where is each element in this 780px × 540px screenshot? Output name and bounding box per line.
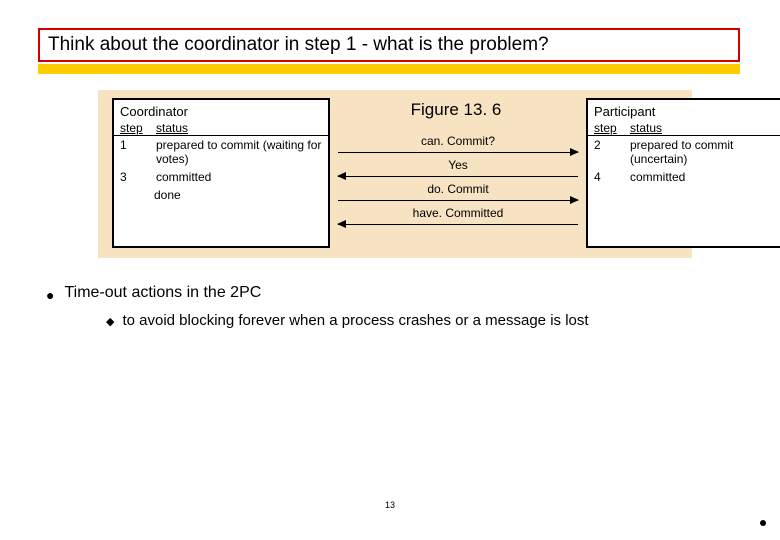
table-row: 2 prepared to commit (uncertain) — [588, 136, 780, 168]
table-row: 1 prepared to commit (waiting for votes) — [114, 136, 328, 168]
list-item: ◆ to avoid blocking forever when a proce… — [106, 312, 740, 332]
bullet-diamond-icon: ◆ — [106, 312, 114, 332]
participant-header: step status — [588, 121, 780, 136]
arrow-left-icon — [338, 176, 578, 177]
cell-step: 3 — [120, 170, 150, 184]
col-step: step — [120, 121, 150, 135]
participant-box: Participant step status 2 prepared to co… — [586, 98, 780, 248]
cell-step: 1 — [120, 138, 150, 152]
coordinator-title: Coordinator — [114, 100, 328, 121]
msg-cancommit: can. Commit? — [344, 134, 572, 148]
arrow-right-icon — [338, 200, 578, 201]
coordinator-box: Coordinator step status 1 prepared to co… — [112, 98, 330, 248]
figure-label: Figure 13. 6 — [342, 100, 570, 120]
cell-status: prepared to commit (uncertain) — [630, 138, 778, 166]
table-row: 4 committed — [588, 168, 780, 186]
bullet-dot-icon: ● — [46, 284, 54, 306]
corner-dot-icon — [760, 520, 766, 526]
cell-step: 4 — [594, 170, 624, 184]
coordinator-header: step status — [114, 121, 328, 136]
col-step: step — [594, 121, 624, 135]
bullet-text: to avoid blocking forever when a process… — [122, 312, 588, 332]
msg-yes: Yes — [344, 158, 572, 172]
msg-havecommitted: have. Committed — [344, 206, 572, 220]
msg-docommit: do. Commit — [344, 182, 572, 196]
arrow-right-icon — [338, 152, 578, 153]
cell-status: prepared to commit (waiting for votes) — [156, 138, 322, 166]
cell-status: committed — [630, 170, 778, 184]
bullet-text: Time-out actions in the 2PC — [64, 284, 261, 306]
arrow-left-icon — [338, 224, 578, 225]
slide-title: Think about the coordinator in step 1 - … — [48, 34, 549, 56]
col-status: status — [156, 121, 188, 135]
slide-title-bar: Think about the coordinator in step 1 - … — [38, 28, 740, 62]
page-number: 13 — [0, 500, 780, 510]
title-underline — [38, 64, 740, 74]
col-status: status — [630, 121, 662, 135]
list-item: ● Time-out actions in the 2PC — [46, 284, 740, 306]
cell-step: 2 — [594, 138, 624, 152]
participant-title: Participant — [588, 100, 780, 121]
figure-panel: Figure 13. 6 Coordinator step status 1 p… — [98, 90, 692, 258]
bullet-list: ● Time-out actions in the 2PC ◆ to avoid… — [46, 284, 740, 332]
cell-status: committed — [156, 170, 322, 184]
coordinator-done: done — [114, 186, 328, 202]
table-row: 3 committed — [114, 168, 328, 186]
